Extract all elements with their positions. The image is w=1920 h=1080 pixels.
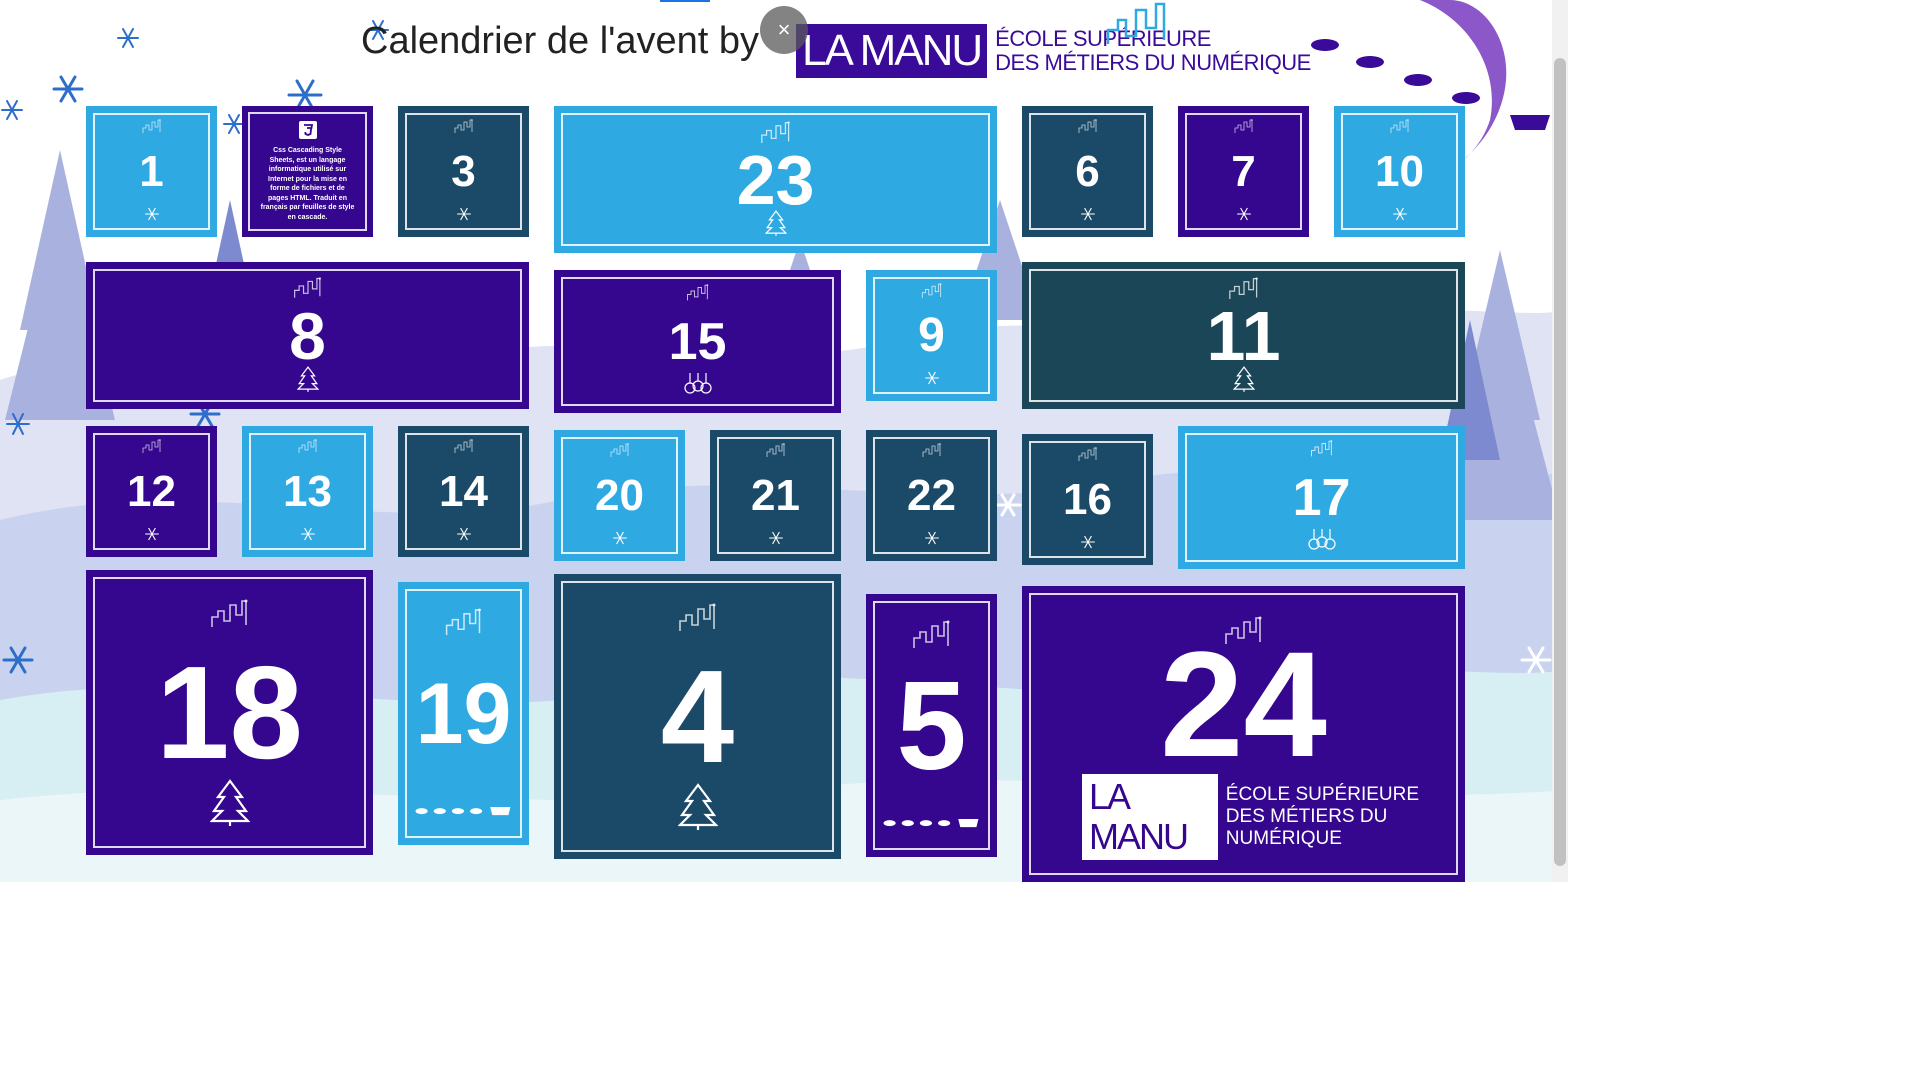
door-10[interactable]: 10 — [1334, 106, 1465, 237]
css3-icon — [299, 121, 317, 139]
door-24[interactable]: 24 LA MANU ÉCOLE SUPÉRIEURE DES MÉTIERS DU … — [1022, 586, 1465, 882]
door-12[interactable]: 12 — [86, 426, 217, 557]
door-8[interactable]: 8 — [86, 262, 529, 409]
opened-door-text: Css Cascading Style Sheets, est un langa… — [260, 147, 355, 221]
snowflake-icon — [456, 206, 472, 227]
door-number: 19 — [415, 665, 512, 762]
door-9[interactable]: 9 — [866, 270, 997, 401]
snowflake-icon — [300, 526, 316, 547]
door-18[interactable]: 18 — [86, 570, 373, 855]
skyline-icon — [1234, 119, 1254, 139]
door-19[interactable]: 19 — [398, 582, 529, 845]
snowflake-icon — [456, 526, 472, 547]
skyline-icon — [686, 284, 709, 307]
snowflake-icon — [924, 530, 940, 551]
door-21[interactable]: 21 — [710, 430, 841, 561]
page-title: Calendrier de l'avent by — [361, 20, 760, 62]
door-number: 7 — [1231, 146, 1256, 196]
skyline-icon — [610, 443, 630, 463]
door-number: 17 — [1292, 468, 1351, 527]
door-number: 1 — [139, 146, 164, 196]
skyline-icon — [1390, 119, 1410, 139]
skyline-icon — [1106, 2, 1166, 44]
door-number: 20 — [595, 470, 644, 520]
tree-icon — [208, 779, 251, 832]
logo-brand: LA MANU — [796, 24, 988, 78]
door-7[interactable]: 7 — [1178, 106, 1309, 237]
door-number: 15 — [668, 312, 727, 371]
opened-door-2[interactable]: Css Cascading Style Sheets, est un langa… — [242, 106, 373, 237]
skyline-icon — [444, 608, 483, 642]
snowflake-icon — [1236, 206, 1252, 227]
door-number: 5 — [896, 654, 967, 796]
door-22[interactable]: 22 — [866, 430, 997, 561]
snowflake-icon — [144, 526, 160, 547]
reindeer-sleigh-icon — [413, 801, 514, 824]
snowflake-icon — [924, 370, 940, 391]
footer-logo-tagline: ÉCOLE SUPÉRIEURE DES MÉTIERS DU NUMÉRIQUE — [1226, 784, 1465, 850]
skyline-icon — [1078, 447, 1098, 467]
skyline-icon — [142, 439, 162, 459]
door-number: 16 — [1063, 474, 1112, 524]
door-11[interactable]: 11 — [1022, 262, 1465, 409]
door-number: 14 — [439, 466, 488, 516]
skyline-icon — [922, 443, 942, 463]
door-15[interactable]: 15 — [554, 270, 841, 413]
skyline-icon — [766, 443, 786, 463]
reindeer-sleigh-icon — [881, 813, 982, 836]
snowflake-icon — [1080, 206, 1096, 227]
page-scrollbar[interactable] — [1552, 0, 1568, 882]
snowflake-icon — [768, 530, 784, 551]
skyline-icon — [454, 439, 474, 459]
snowflake-icon — [1392, 206, 1408, 227]
snowflake-icon — [144, 206, 160, 227]
door-17[interactable]: 17 — [1178, 426, 1465, 569]
door-13[interactable]: 13 — [242, 426, 373, 557]
footer-logo-line-2: DES MÉTIERS DU NUMÉRIQUE — [1225, 806, 1388, 849]
door-6[interactable]: 6 — [1022, 106, 1153, 237]
door-number: 22 — [907, 470, 956, 520]
door-number: 24 — [1160, 620, 1327, 788]
tree-icon — [676, 783, 719, 836]
skyline-icon — [454, 119, 474, 139]
door-number: 8 — [289, 298, 326, 373]
door-4[interactable]: 4 — [554, 574, 841, 859]
close-button[interactable]: × — [760, 6, 808, 54]
ornaments-icon — [683, 373, 713, 402]
skyline-icon — [298, 439, 318, 459]
door-16[interactable]: 16 — [1022, 434, 1153, 565]
door-number: 21 — [751, 470, 800, 520]
door-number: 23 — [736, 140, 815, 219]
door-14[interactable]: 14 — [398, 426, 529, 557]
door-23[interactable]: 23 — [554, 106, 997, 253]
snowflake-icon — [1080, 534, 1096, 555]
door-number: 10 — [1375, 146, 1424, 196]
logo-line-2: DES MÉTIERS DU NUMÉRIQUE — [995, 50, 1311, 75]
scrollbar-thumb[interactable] — [1554, 58, 1566, 866]
la-manu-logo: LA MANU ÉCOLE SUPÉRIEURE DES MÉTIERS DU … — [796, 2, 1311, 78]
skyline-icon — [1078, 119, 1098, 139]
skyline-icon — [1310, 440, 1333, 463]
door-20[interactable]: 20 — [554, 430, 685, 561]
door-number: 4 — [660, 642, 735, 790]
door-number: 3 — [451, 146, 476, 196]
door-3[interactable]: 3 — [398, 106, 529, 237]
door-number: 9 — [918, 308, 945, 362]
ornaments-icon — [1307, 529, 1337, 558]
skyline-icon — [921, 283, 943, 304]
door-number: 13 — [283, 466, 332, 516]
skyline-icon — [142, 119, 162, 139]
skyline-icon — [912, 620, 952, 655]
door-number: 18 — [156, 638, 303, 786]
door-5[interactable]: 5 — [866, 594, 997, 857]
skyline-icon — [678, 603, 718, 638]
skyline-icon — [210, 599, 250, 634]
door-number: 12 — [127, 466, 176, 516]
door-1[interactable]: 1 — [86, 106, 217, 237]
door-number: 11 — [1206, 296, 1281, 375]
snowflake-icon — [612, 530, 628, 551]
tab-indicator — [660, 0, 710, 2]
door-number: 6 — [1075, 146, 1100, 196]
